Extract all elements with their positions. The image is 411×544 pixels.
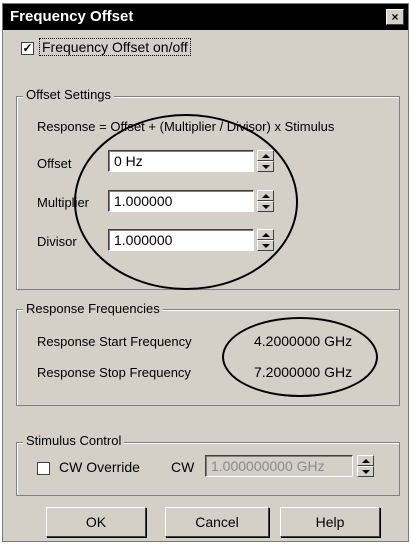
ok-button[interactable]: OK [46,507,146,537]
divisor-label: Divisor [37,234,77,249]
cw-override-label[interactable]: CW Override [59,459,140,475]
cw-up-button[interactable] [357,455,374,466]
arrow-up-icon [262,233,270,237]
frequency-offset-dialog: Frequency Offset × ✓ Frequency Offset on… [2,3,409,542]
cancel-button[interactable]: Cancel [165,507,269,537]
offset-up-button[interactable] [257,150,274,161]
title-bar: Frequency Offset × [3,4,408,30]
arrow-up-icon [362,459,370,463]
divisor-spinner[interactable] [257,229,274,251]
cw-input[interactable]: 1.000000000 GHz [205,455,353,477]
start-frequency-value: 4.2000000 GHz [254,333,353,349]
offset-down-button[interactable] [257,161,274,172]
stop-frequency-value: 7.2000000 GHz [254,364,353,380]
arrow-up-icon [262,194,270,198]
cw-down-button[interactable] [357,466,374,477]
stimulus-control-title: Stimulus Control [23,433,125,448]
multiplier-spinner[interactable] [257,190,274,212]
checkmark-icon: ✓ [22,41,33,55]
offset-onoff-checkbox[interactable]: ✓ [21,42,34,55]
offset-label: Offset [37,156,72,171]
window-title: Frequency Offset [10,8,134,25]
offset-settings-title: Offset Settings [23,87,115,102]
arrow-up-icon [262,154,270,158]
arrow-down-icon [262,244,270,248]
cw-label: CW [171,459,195,475]
multiplier-down-button[interactable] [257,201,274,212]
divisor-down-button[interactable] [257,240,274,251]
response-frequencies-group [16,309,400,406]
cw-spinner[interactable] [357,455,374,477]
arrow-down-icon [262,205,270,209]
arrow-down-icon [262,165,270,169]
arrow-down-icon [362,470,370,474]
close-icon: × [391,10,399,24]
stop-frequency-label: Response Stop Frequency [37,365,191,380]
offset-onoff-label[interactable]: Frequency Offset on/off [39,38,191,56]
start-frequency-label: Response Start Frequency [37,334,192,349]
multiplier-up-button[interactable] [257,190,274,201]
close-button[interactable]: × [386,9,404,25]
divisor-input[interactable]: 1.000000 [108,229,254,251]
help-button[interactable]: Help [280,507,380,537]
cw-override-checkbox[interactable] [37,462,50,475]
multiplier-label: Multiplier [37,195,90,210]
response-frequencies-title: Response Frequencies [23,301,163,316]
multiplier-input[interactable]: 1.000000 [108,190,254,212]
formula-text: Response = Offset + (Multiplier / Diviso… [37,119,335,134]
offset-input[interactable]: 0 Hz [108,150,254,172]
offset-spinner[interactable] [257,150,274,172]
divisor-up-button[interactable] [257,229,274,240]
